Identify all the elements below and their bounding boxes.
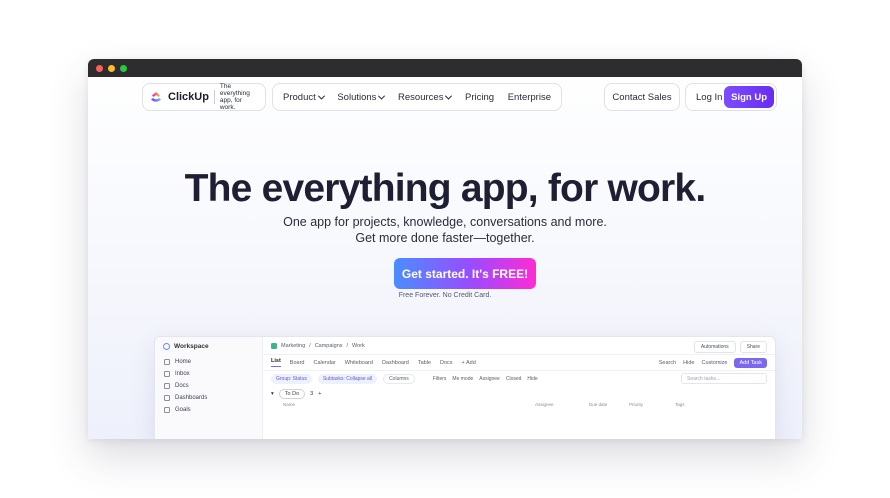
tab-board[interactable]: Board: [290, 360, 305, 366]
group-count: 3: [310, 391, 314, 397]
hero-title: The everything app, for work.: [184, 167, 707, 210]
add-task-plus-icon[interactable]: +: [318, 391, 321, 397]
dashboard-icon: [164, 395, 170, 401]
tab-dashboard[interactable]: Dashboard: [382, 360, 409, 366]
column-due-date[interactable]: Due date: [589, 402, 607, 407]
sidebar-item-label: Inbox: [175, 371, 190, 377]
sidebar-item-label: Docs: [175, 383, 189, 389]
view-actions: Search Hide Customize Add Task: [659, 358, 767, 368]
log-in-link[interactable]: Log In: [696, 92, 722, 103]
top-navigation: ClickUp The everything app, for work. Pr…: [88, 83, 802, 111]
tab-whiteboard[interactable]: Whiteboard: [345, 360, 373, 366]
hero-subtitle-line1: One app for projects, knowledge, convers…: [283, 215, 607, 229]
contact-sales-button[interactable]: Contact Sales: [604, 83, 680, 111]
logo-tagline: The everything app, for work.: [219, 83, 250, 111]
sidebar-item-goals[interactable]: Goals: [155, 404, 262, 416]
logo-name: ClickUp: [168, 91, 209, 103]
search-tasks-input[interactable]: Search tasks...: [681, 373, 767, 384]
hero-subtitle: One app for projects, knowledge, convers…: [88, 214, 802, 246]
workspace-label: Workspace: [174, 343, 209, 350]
status-group-header: ▾ To Do 3 +: [263, 387, 775, 401]
columns-chip[interactable]: Columns: [383, 374, 415, 384]
breadcrumb-campaigns[interactable]: Campaigns: [315, 343, 343, 349]
sidebar-item-label: Goals: [175, 407, 191, 413]
filter-bar: Group: Status Subtasks: Collapse all Col…: [263, 371, 775, 387]
sign-up-button[interactable]: Sign Up: [724, 86, 774, 108]
menu-product-label: Product: [283, 91, 316, 103]
tab-calendar[interactable]: Calendar: [313, 360, 335, 366]
filters-button[interactable]: Filters: [433, 376, 447, 382]
column-assignee[interactable]: Assignee: [535, 402, 554, 407]
docs-icon: [164, 383, 170, 389]
menu-resources[interactable]: Resources: [398, 91, 453, 103]
closed-button[interactable]: Closed: [506, 376, 522, 382]
browser-window: ClickUp The everything app, for work. Pr…: [88, 59, 802, 439]
app-preview: Workspace Home Inbox Docs Dashboards Goa…: [154, 336, 776, 439]
chevron-down-icon: [317, 92, 325, 100]
zoom-window-button[interactable]: [120, 64, 127, 72]
cta-note: Free Forever. No Credit Card.: [398, 292, 492, 299]
subtasks-chip[interactable]: Subtasks: Collapse all: [317, 374, 378, 384]
hide-button[interactable]: Hide: [683, 360, 694, 366]
sidebar-item-dashboards[interactable]: Dashboards: [155, 392, 262, 404]
menu-solutions-label: Solutions: [337, 91, 377, 103]
tab-list[interactable]: List: [271, 358, 281, 367]
workspace-switcher[interactable]: Workspace: [155, 337, 262, 356]
tab-table[interactable]: Table: [418, 360, 431, 366]
share-button[interactable]: Share: [739, 341, 767, 353]
goal-icon: [164, 407, 170, 413]
clickup-logo-icon: [149, 90, 163, 104]
hero-subtitle-line2: Get more done faster—together.: [355, 231, 535, 245]
breadcrumb-separator: /: [346, 342, 349, 349]
auth-group: Log In Sign Up: [685, 83, 777, 111]
menu-product[interactable]: Product: [283, 91, 325, 103]
breadcrumb-separator: /: [309, 342, 311, 349]
menu-pricing[interactable]: Pricing: [465, 92, 494, 103]
window-titlebar: [88, 59, 802, 77]
add-task-button[interactable]: Add Task: [734, 358, 767, 368]
sidebar-item-label: Home: [175, 359, 192, 365]
inbox-icon: [164, 371, 170, 377]
workspace-icon: [163, 343, 170, 350]
add-view-button[interactable]: + Add: [462, 360, 476, 366]
sidebar-item-docs[interactable]: Docs: [155, 380, 262, 392]
top-actions: Automations Share: [693, 341, 767, 353]
column-priority[interactable]: Priority: [629, 402, 643, 407]
main-menu: Product Solutions Resources Pricing Ente…: [272, 83, 562, 111]
tab-docs[interactable]: Docs: [440, 360, 453, 366]
logo-link[interactable]: ClickUp The everything app, for work.: [142, 83, 266, 111]
hide-filter-button[interactable]: Hide: [527, 376, 537, 382]
get-started-button[interactable]: Get started. It's FREE!: [394, 258, 536, 289]
automations-button[interactable]: Automations: [693, 341, 736, 353]
assignee-button[interactable]: Assignee: [479, 376, 500, 382]
view-tabs: List Board Calendar Whiteboard Dashboard…: [263, 355, 775, 371]
menu-solutions[interactable]: Solutions: [337, 91, 386, 103]
column-tags[interactable]: Tags: [675, 402, 685, 407]
breadcrumb: Marketing / Campaigns / Work Automations…: [263, 337, 775, 355]
group-status-chip[interactable]: Group: Status: [271, 374, 312, 384]
menu-enterprise[interactable]: Enterprise: [508, 92, 551, 103]
customize-button[interactable]: Customize: [701, 360, 727, 366]
app-main: Marketing / Campaigns / Work Automations…: [263, 337, 775, 439]
minimize-window-button[interactable]: [108, 64, 115, 72]
chevron-down-icon: [445, 92, 453, 100]
sidebar-item-label: Dashboards: [175, 395, 208, 401]
home-icon: [164, 359, 170, 365]
breadcrumb-work[interactable]: Work: [352, 343, 365, 349]
chevron-down-icon: [378, 92, 386, 100]
breadcrumb-marketing[interactable]: Marketing: [281, 343, 305, 349]
logo-divider: [213, 90, 215, 104]
space-icon: [271, 342, 277, 349]
close-window-button[interactable]: [96, 64, 103, 72]
menu-resources-label: Resources: [398, 91, 444, 103]
sidebar-item-home[interactable]: Home: [155, 356, 262, 368]
search-button[interactable]: Search: [659, 360, 676, 366]
sidebar-item-inbox[interactable]: Inbox: [155, 368, 262, 380]
status-badge[interactable]: To Do: [278, 389, 306, 399]
column-headers: Name Assignee Due date Priority Tags: [263, 401, 775, 411]
app-sidebar: Workspace Home Inbox Docs Dashboards Goa…: [155, 337, 263, 439]
me-mode-button[interactable]: Me mode: [452, 376, 473, 382]
column-name[interactable]: Name: [283, 402, 295, 407]
collapse-chevron-icon[interactable]: ▾: [271, 391, 274, 397]
